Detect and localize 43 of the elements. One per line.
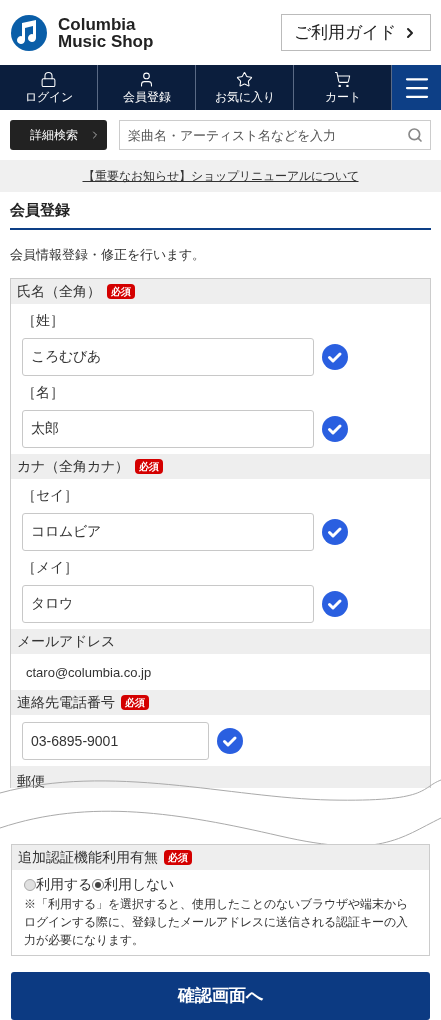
required-badge: 必須: [121, 695, 149, 710]
auth-note: ※「利用する」を選択すると、使用したことのないブラウザや端末からログインする際に、登録したメールアドレスに送信される認証キーの入力が必要になります。: [24, 896, 409, 949]
required-badge: 必須: [135, 459, 163, 474]
star-icon: [236, 71, 253, 88]
field-label: 追加認証機能利用有無: [18, 848, 158, 867]
text-input[interactable]: 太郎: [22, 410, 314, 448]
sub-label: ［メイ］: [22, 559, 78, 575]
cart-icon: [334, 71, 351, 88]
user-icon: [138, 71, 155, 88]
guide-button[interactable]: ご利用ガイド: [281, 14, 431, 51]
field-label: カナ（全角カナ）: [17, 457, 129, 476]
text-input[interactable]: 03-6895-9001: [22, 722, 209, 760]
text-input[interactable]: タロウ: [22, 585, 314, 623]
sub-label: ［姓］: [22, 312, 64, 328]
radio-label[interactable]: 利用しない: [104, 874, 174, 895]
radio-button[interactable]: [92, 878, 104, 891]
field-label: 郵便: [17, 774, 45, 788]
nav-item[interactable]: お気に入り: [196, 65, 294, 110]
sub-label: ［セイ］: [22, 487, 78, 503]
nav-item[interactable]: ログイン: [0, 65, 98, 110]
lock-icon: [40, 71, 57, 88]
search-icon: [407, 127, 423, 143]
required-badge: 必須: [164, 850, 192, 865]
search-field[interactable]: 楽曲名・アーティスト名などを入力: [119, 120, 431, 150]
radio-button[interactable]: [24, 878, 36, 891]
text-input[interactable]: ころむびあ: [22, 338, 314, 376]
radio-label[interactable]: 利用する: [36, 874, 92, 895]
logo-icon: [10, 13, 48, 52]
field-label: 連絡先電話番号: [17, 693, 115, 712]
confirm-button[interactable]: 確認画面へ: [11, 972, 430, 1020]
required-badge: 必須: [107, 284, 135, 299]
logo-text: Columbia: [58, 15, 137, 33]
page-title: 会員登録: [10, 201, 70, 218]
intro-text: 会員情報登録・修正を行います。: [10, 247, 205, 262]
text-input[interactable]: コロムビア: [22, 513, 314, 551]
field-label: 氏名（全角）: [17, 282, 101, 301]
sub-label: ［名］: [22, 384, 64, 400]
email-text: ctaro@columbia.co.jp: [26, 665, 152, 680]
field-label: メールアドレス: [17, 632, 115, 651]
nav-item[interactable]: 会員登録: [98, 65, 196, 110]
advanced-search-button[interactable]: 詳細検索: [10, 120, 107, 150]
logo-text: Music Shop: [58, 32, 154, 50]
menu-button[interactable]: [392, 65, 441, 110]
